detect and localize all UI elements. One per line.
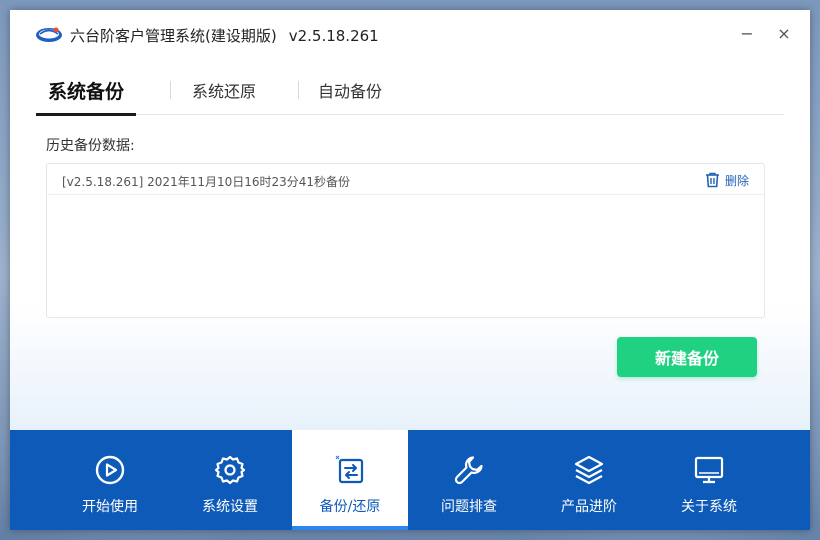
backup-list-item[interactable]: [v2.5.18.261] 2021年11月10日16时23分41秒备份 删除 xyxy=(47,164,764,195)
backup-restore-icon xyxy=(335,455,364,484)
bottom-nav: 开始使用 系统设置 备份/还原 问题排查 产品进阶 关于系统 xyxy=(10,430,810,530)
gear-icon xyxy=(214,455,246,485)
nav-settings[interactable]: 系统设置 xyxy=(172,430,288,530)
tab-auto-backup[interactable]: 自动备份 xyxy=(318,70,382,115)
app-logo-icon xyxy=(36,27,62,42)
new-backup-button[interactable]: 新建备份 xyxy=(617,337,757,377)
app-version: v2.5.18.261 xyxy=(288,27,379,45)
close-button[interactable]: × xyxy=(773,22,795,44)
app-title-text: 六台阶客户管理系统(建设期版) xyxy=(70,27,277,45)
app-title: 六台阶客户管理系统(建设期版) v2.5.18.261 xyxy=(70,25,379,46)
nav-label: 问题排查 xyxy=(441,499,497,515)
nav-label: 备份/还原 xyxy=(319,499,381,515)
nav-backup-restore[interactable]: 备份/还原 xyxy=(292,430,408,530)
delete-label: 删除 xyxy=(724,173,749,188)
nav-start[interactable]: 开始使用 xyxy=(52,430,168,530)
backup-item-text: [v2.5.18.261] 2021年11月10日16时23分41秒备份 xyxy=(62,175,351,189)
nav-label: 关于系统 xyxy=(681,499,737,515)
tab-separator xyxy=(298,81,299,99)
minimize-button[interactable]: − xyxy=(736,22,758,44)
play-circle-icon xyxy=(95,455,125,485)
history-label: 历史备份数据: xyxy=(46,138,135,154)
nav-product-advanced[interactable]: 产品进阶 xyxy=(531,430,647,530)
nav-label: 开始使用 xyxy=(82,499,138,515)
nav-troubleshoot[interactable]: 问题排查 xyxy=(411,430,527,530)
wrench-icon xyxy=(454,456,483,485)
layers-icon xyxy=(574,455,604,485)
tab-bar: 系统备份 系统还原 自动备份 xyxy=(36,70,784,116)
app-window: 六台阶客户管理系统(建设期版) v2.5.18.261 − × 系统备份 系统还原… xyxy=(10,10,810,530)
nav-label: 产品进阶 xyxy=(561,499,617,515)
nav-about[interactable]: 关于系统 xyxy=(651,430,767,530)
tab-separator xyxy=(170,81,171,99)
backup-list: [v2.5.18.261] 2021年11月10日16时23分41秒备份 删除 xyxy=(46,163,765,318)
monitor-icon xyxy=(694,456,724,484)
trash-icon xyxy=(705,172,719,188)
title-bar: 六台阶客户管理系统(建设期版) v2.5.18.261 − × xyxy=(10,10,810,58)
nav-label: 系统设置 xyxy=(202,499,258,515)
window-body: 六台阶客户管理系统(建设期版) v2.5.18.261 − × 系统备份 系统还原… xyxy=(10,10,810,430)
tab-system-backup[interactable]: 系统备份 xyxy=(36,70,136,116)
delete-backup-button[interactable]: 删除 xyxy=(705,171,749,189)
tab-system-restore[interactable]: 系统还原 xyxy=(192,70,256,115)
